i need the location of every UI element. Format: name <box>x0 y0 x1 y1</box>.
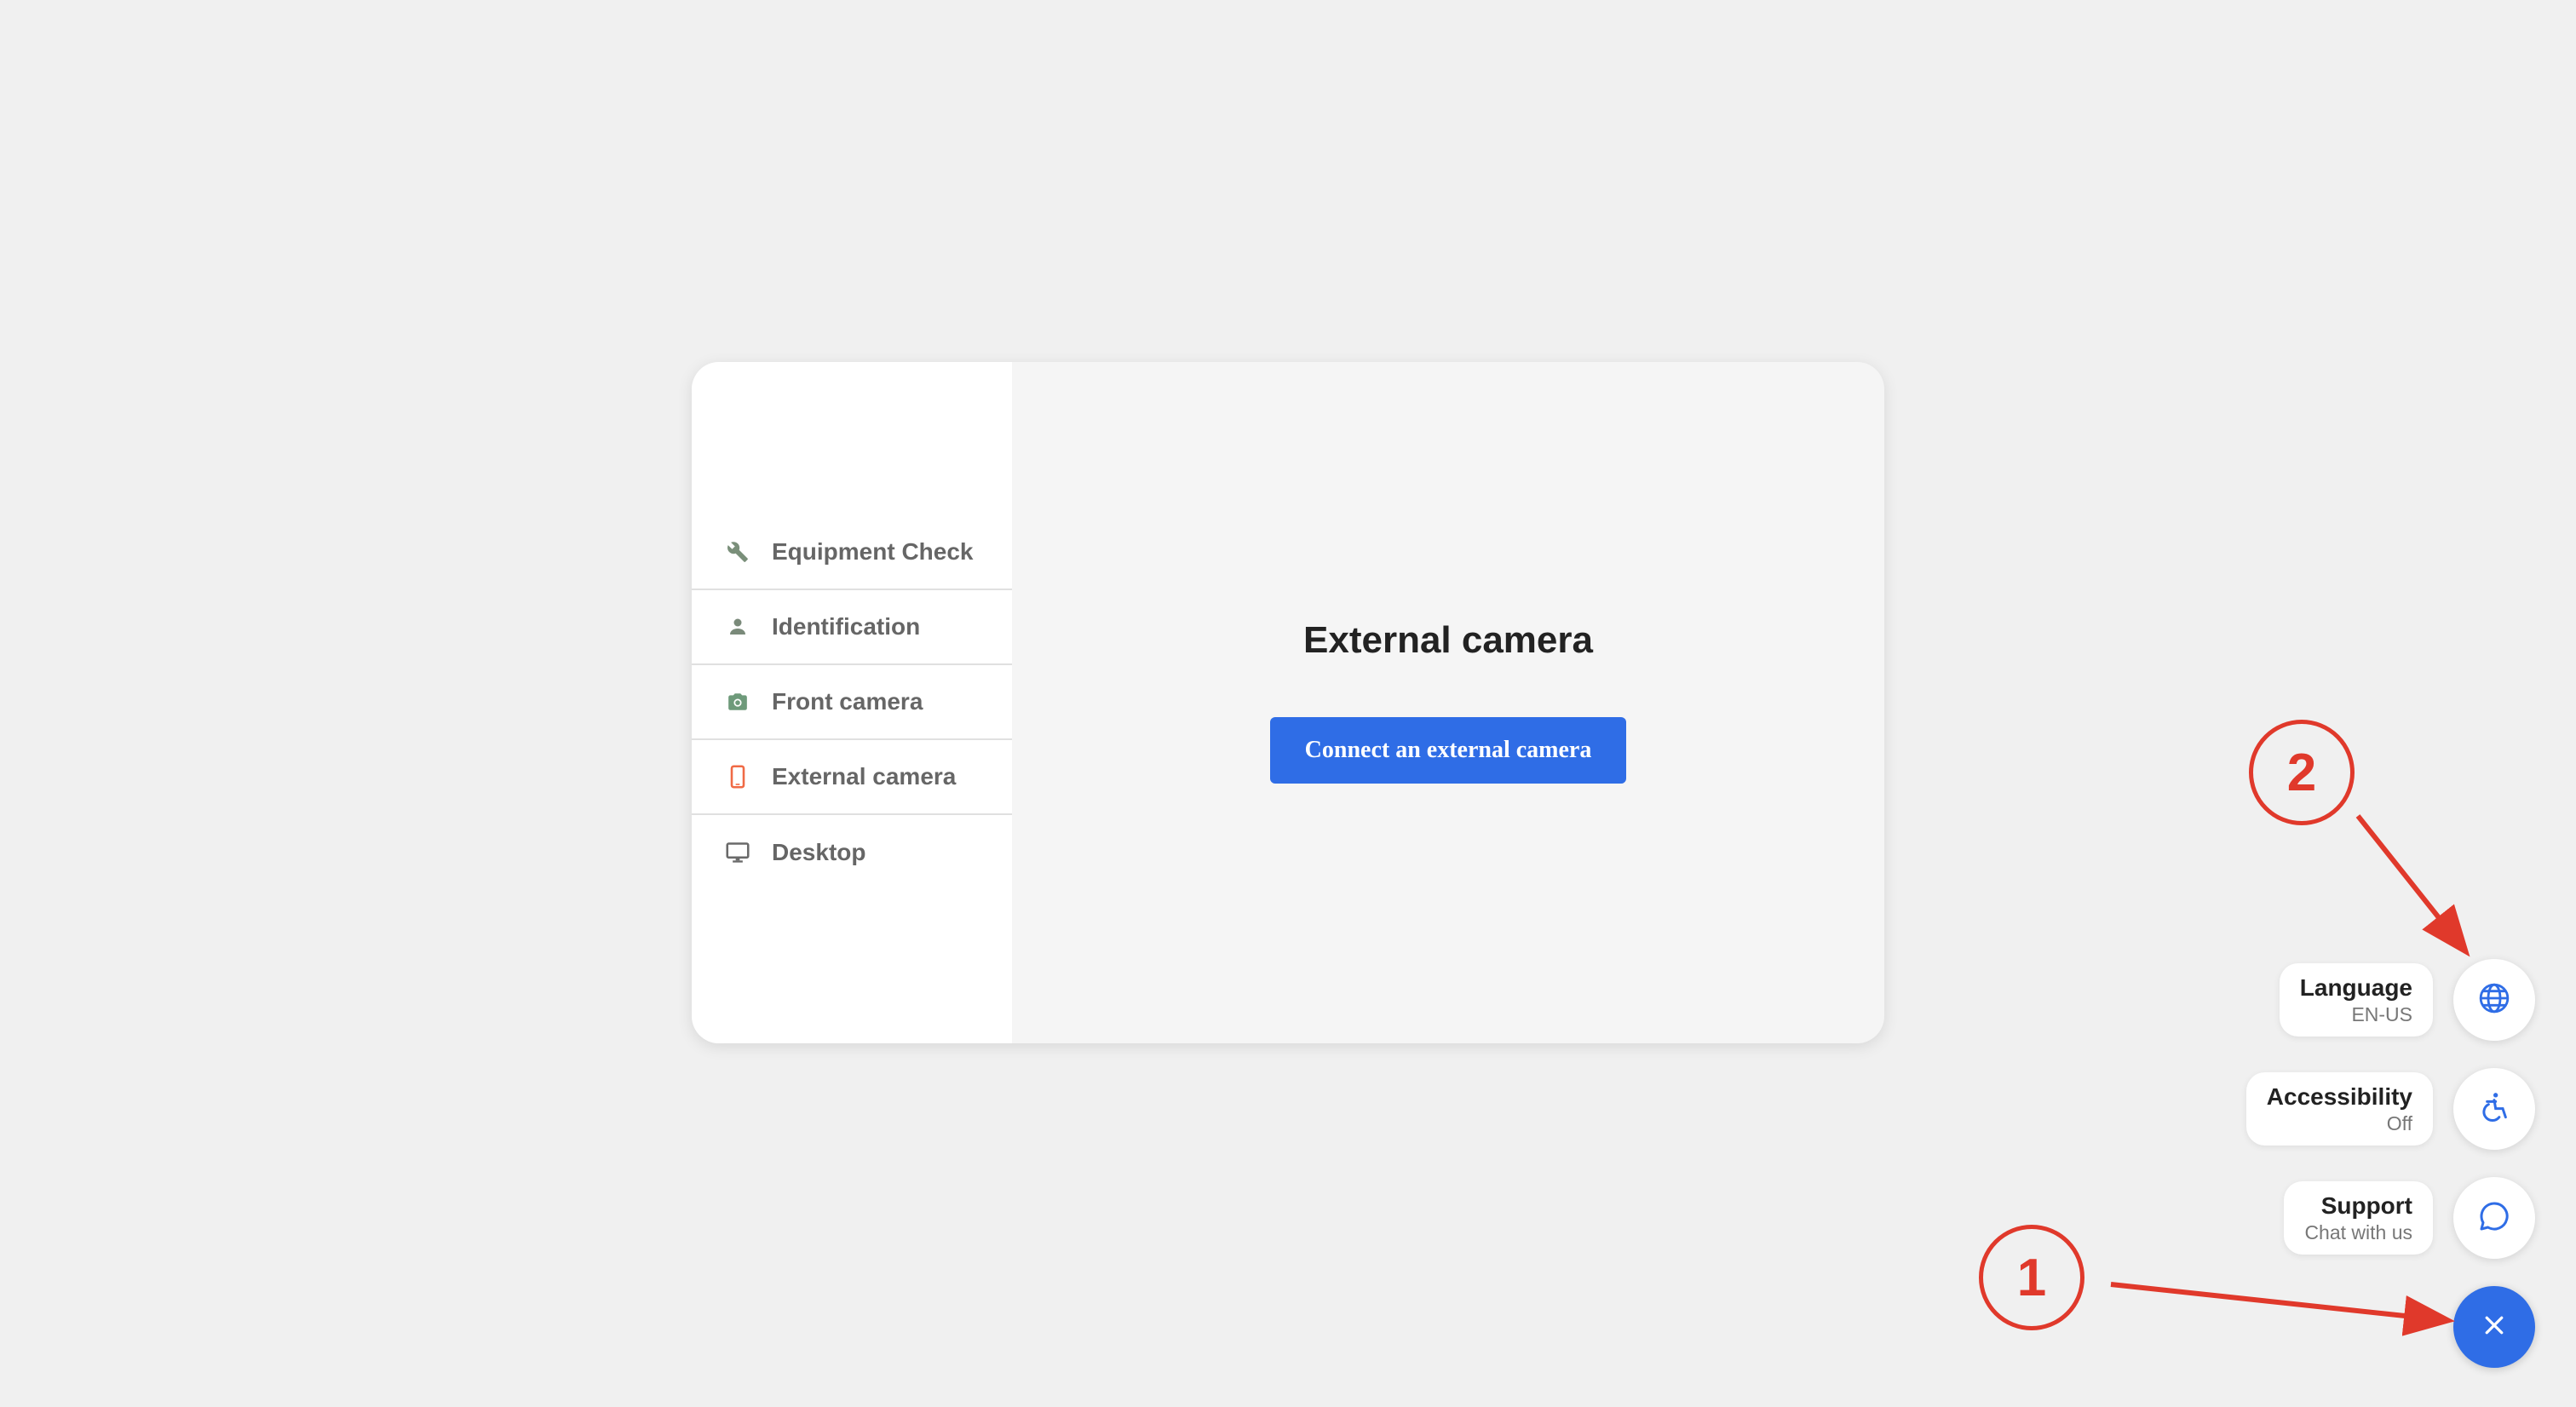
sidebar-item-label: Equipment Check <box>772 538 974 565</box>
mobile-phone-icon <box>726 765 750 789</box>
support-button[interactable] <box>2453 1177 2535 1259</box>
sidebar-item-label: Front camera <box>772 688 923 715</box>
connect-external-camera-button[interactable]: Connect an external camera <box>1270 717 1626 784</box>
steps-nav: Equipment Check Identification Front cam… <box>692 515 1012 890</box>
setup-card: Equipment Check Identification Front cam… <box>692 362 1884 1043</box>
chat-bubble-icon <box>2477 1199 2511 1238</box>
annotation-callout-2: 2 <box>2249 720 2355 825</box>
annotation-callout-1: 1 <box>1979 1225 2084 1330</box>
annotation-arrow-2 <box>2355 814 2470 957</box>
support-title: Support <box>2320 1192 2412 1219</box>
sidebar-item-external-camera[interactable]: External camera <box>692 740 1012 815</box>
close-menu-button[interactable] <box>2453 1286 2535 1368</box>
sidebar-item-label: Identification <box>772 613 921 640</box>
support-option[interactable]: Support Chat with us <box>2284 1181 2433 1255</box>
globe-icon <box>2477 981 2511 1019</box>
camera-icon <box>726 690 750 714</box>
person-icon <box>726 615 750 639</box>
language-option[interactable]: Language EN-US <box>2279 963 2433 1037</box>
language-button[interactable] <box>2453 959 2535 1041</box>
monitor-icon <box>726 841 750 864</box>
sidebar-item-label: External camera <box>772 763 957 790</box>
language-row: Language EN-US <box>2279 959 2535 1041</box>
close-icon <box>2481 1312 2507 1342</box>
support-value: Chat with us <box>2304 1221 2412 1243</box>
support-row: Support Chat with us <box>2284 1177 2535 1259</box>
language-title: Language <box>2299 974 2412 1001</box>
page-title: External camera <box>1303 619 1593 661</box>
sidebar-item-front-camera[interactable]: Front camera <box>692 665 1012 740</box>
sidebar-item-label: Desktop <box>772 839 866 865</box>
accessibility-row: Accessibility Off <box>2245 1068 2535 1150</box>
sidebar-item-equipment-check[interactable]: Equipment Check <box>692 515 1012 590</box>
annotation-arrow-1 <box>2110 1282 2455 1336</box>
language-value: EN-US <box>2351 1003 2412 1025</box>
accessibility-button[interactable] <box>2453 1068 2535 1150</box>
sidebar-item-desktop[interactable]: Desktop <box>692 815 1012 890</box>
wrench-icon <box>726 540 750 564</box>
accessibility-value: Off <box>2386 1112 2412 1134</box>
accessibility-title: Accessibility <box>2266 1083 2412 1110</box>
accessibility-icon <box>2477 1090 2511 1128</box>
sidebar-item-identification[interactable]: Identification <box>692 590 1012 665</box>
accessibility-option[interactable]: Accessibility Off <box>2245 1072 2433 1146</box>
steps-sidebar: Equipment Check Identification Front cam… <box>692 362 1012 1043</box>
